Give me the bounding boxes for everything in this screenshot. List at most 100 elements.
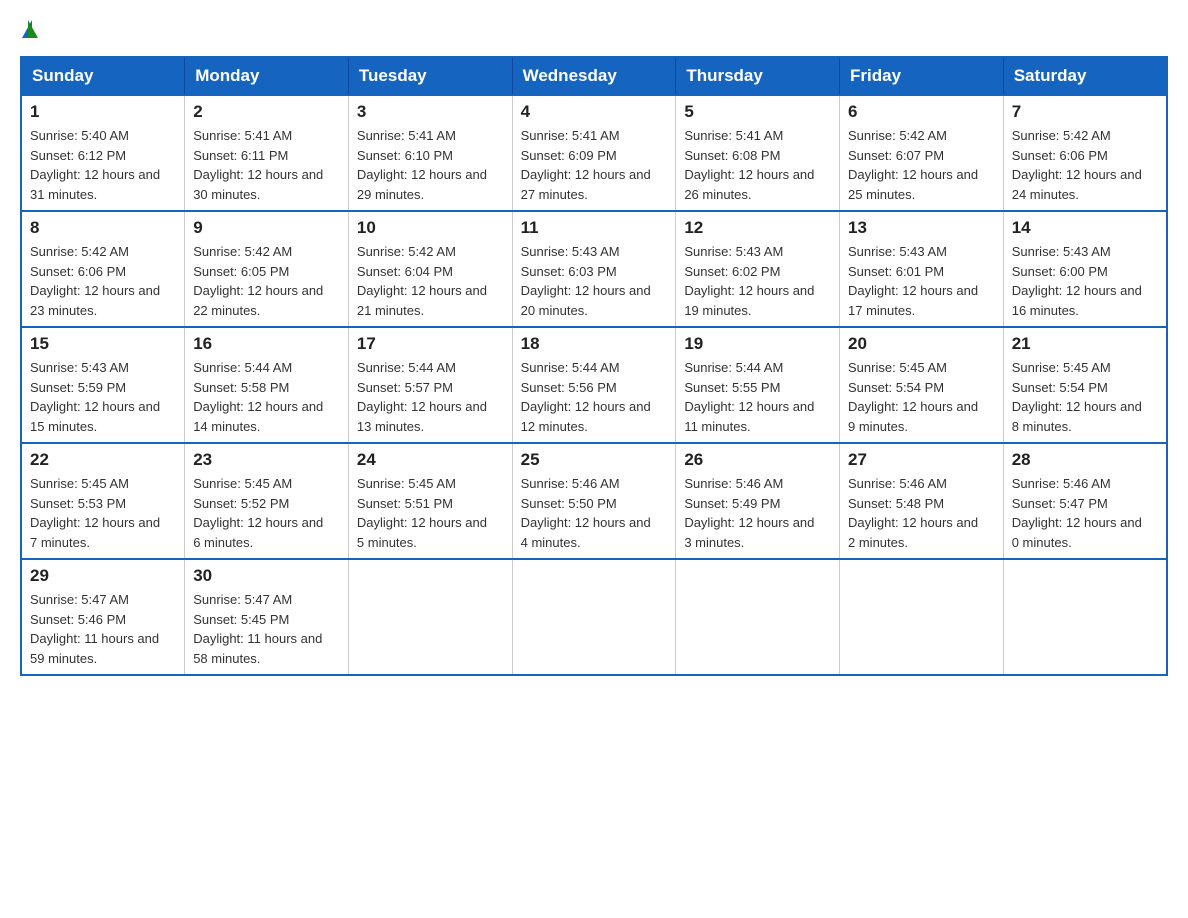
col-header-friday: Friday [840, 57, 1004, 95]
day-number: 22 [30, 450, 176, 470]
col-header-tuesday: Tuesday [348, 57, 512, 95]
day-number: 8 [30, 218, 176, 238]
day-number: 5 [684, 102, 831, 122]
day-info: Sunrise: 5:46 AM Sunset: 5:49 PM Dayligh… [684, 474, 831, 552]
calendar-cell [676, 559, 840, 675]
calendar-cell: 17 Sunrise: 5:44 AM Sunset: 5:57 PM Dayl… [348, 327, 512, 443]
day-info: Sunrise: 5:47 AM Sunset: 5:45 PM Dayligh… [193, 590, 340, 668]
day-number: 4 [521, 102, 668, 122]
day-number: 3 [357, 102, 504, 122]
calendar-week-row: 22 Sunrise: 5:45 AM Sunset: 5:53 PM Dayl… [21, 443, 1167, 559]
calendar-cell: 28 Sunrise: 5:46 AM Sunset: 5:47 PM Dayl… [1003, 443, 1167, 559]
day-info: Sunrise: 5:42 AM Sunset: 6:04 PM Dayligh… [357, 242, 504, 320]
day-info: Sunrise: 5:44 AM Sunset: 5:55 PM Dayligh… [684, 358, 831, 436]
day-info: Sunrise: 5:42 AM Sunset: 6:06 PM Dayligh… [30, 242, 176, 320]
calendar-cell: 22 Sunrise: 5:45 AM Sunset: 5:53 PM Dayl… [21, 443, 185, 559]
logo-icon [20, 20, 38, 40]
day-number: 7 [1012, 102, 1158, 122]
calendar-cell: 15 Sunrise: 5:43 AM Sunset: 5:59 PM Dayl… [21, 327, 185, 443]
day-info: Sunrise: 5:44 AM Sunset: 5:58 PM Dayligh… [193, 358, 340, 436]
day-number: 30 [193, 566, 340, 586]
day-number: 16 [193, 334, 340, 354]
day-info: Sunrise: 5:43 AM Sunset: 5:59 PM Dayligh… [30, 358, 176, 436]
calendar-cell: 6 Sunrise: 5:42 AM Sunset: 6:07 PM Dayli… [840, 95, 1004, 211]
calendar-week-row: 1 Sunrise: 5:40 AM Sunset: 6:12 PM Dayli… [21, 95, 1167, 211]
day-info: Sunrise: 5:45 AM Sunset: 5:53 PM Dayligh… [30, 474, 176, 552]
calendar-cell: 1 Sunrise: 5:40 AM Sunset: 6:12 PM Dayli… [21, 95, 185, 211]
day-info: Sunrise: 5:41 AM Sunset: 6:10 PM Dayligh… [357, 126, 504, 204]
calendar-cell: 13 Sunrise: 5:43 AM Sunset: 6:01 PM Dayl… [840, 211, 1004, 327]
day-number: 23 [193, 450, 340, 470]
day-info: Sunrise: 5:44 AM Sunset: 5:56 PM Dayligh… [521, 358, 668, 436]
calendar-cell: 14 Sunrise: 5:43 AM Sunset: 6:00 PM Dayl… [1003, 211, 1167, 327]
day-number: 25 [521, 450, 668, 470]
day-number: 28 [1012, 450, 1158, 470]
calendar-cell: 30 Sunrise: 5:47 AM Sunset: 5:45 PM Dayl… [185, 559, 349, 675]
day-number: 19 [684, 334, 831, 354]
col-header-wednesday: Wednesday [512, 57, 676, 95]
calendar-cell: 8 Sunrise: 5:42 AM Sunset: 6:06 PM Dayli… [21, 211, 185, 327]
logo-triangle-green [28, 20, 38, 38]
day-info: Sunrise: 5:45 AM Sunset: 5:51 PM Dayligh… [357, 474, 504, 552]
day-number: 11 [521, 218, 668, 238]
day-info: Sunrise: 5:43 AM Sunset: 6:03 PM Dayligh… [521, 242, 668, 320]
day-info: Sunrise: 5:46 AM Sunset: 5:48 PM Dayligh… [848, 474, 995, 552]
calendar-cell: 26 Sunrise: 5:46 AM Sunset: 5:49 PM Dayl… [676, 443, 840, 559]
calendar-cell: 12 Sunrise: 5:43 AM Sunset: 6:02 PM Dayl… [676, 211, 840, 327]
day-number: 13 [848, 218, 995, 238]
day-info: Sunrise: 5:41 AM Sunset: 6:09 PM Dayligh… [521, 126, 668, 204]
day-info: Sunrise: 5:43 AM Sunset: 6:02 PM Dayligh… [684, 242, 831, 320]
calendar-cell: 3 Sunrise: 5:41 AM Sunset: 6:10 PM Dayli… [348, 95, 512, 211]
day-info: Sunrise: 5:40 AM Sunset: 6:12 PM Dayligh… [30, 126, 176, 204]
calendar-cell: 18 Sunrise: 5:44 AM Sunset: 5:56 PM Dayl… [512, 327, 676, 443]
col-header-monday: Monday [185, 57, 349, 95]
day-info: Sunrise: 5:45 AM Sunset: 5:52 PM Dayligh… [193, 474, 340, 552]
calendar-cell [1003, 559, 1167, 675]
day-number: 12 [684, 218, 831, 238]
day-number: 1 [30, 102, 176, 122]
day-info: Sunrise: 5:45 AM Sunset: 5:54 PM Dayligh… [1012, 358, 1158, 436]
day-info: Sunrise: 5:44 AM Sunset: 5:57 PM Dayligh… [357, 358, 504, 436]
calendar-cell: 10 Sunrise: 5:42 AM Sunset: 6:04 PM Dayl… [348, 211, 512, 327]
day-number: 24 [357, 450, 504, 470]
calendar-cell: 5 Sunrise: 5:41 AM Sunset: 6:08 PM Dayli… [676, 95, 840, 211]
day-info: Sunrise: 5:46 AM Sunset: 5:50 PM Dayligh… [521, 474, 668, 552]
calendar-cell: 7 Sunrise: 5:42 AM Sunset: 6:06 PM Dayli… [1003, 95, 1167, 211]
calendar-cell: 19 Sunrise: 5:44 AM Sunset: 5:55 PM Dayl… [676, 327, 840, 443]
col-header-saturday: Saturday [1003, 57, 1167, 95]
day-number: 27 [848, 450, 995, 470]
calendar-cell: 4 Sunrise: 5:41 AM Sunset: 6:09 PM Dayli… [512, 95, 676, 211]
calendar-cell: 16 Sunrise: 5:44 AM Sunset: 5:58 PM Dayl… [185, 327, 349, 443]
day-number: 20 [848, 334, 995, 354]
day-number: 17 [357, 334, 504, 354]
calendar-cell: 29 Sunrise: 5:47 AM Sunset: 5:46 PM Dayl… [21, 559, 185, 675]
calendar-cell: 23 Sunrise: 5:45 AM Sunset: 5:52 PM Dayl… [185, 443, 349, 559]
day-number: 29 [30, 566, 176, 586]
day-info: Sunrise: 5:41 AM Sunset: 6:08 PM Dayligh… [684, 126, 831, 204]
day-info: Sunrise: 5:42 AM Sunset: 6:05 PM Dayligh… [193, 242, 340, 320]
page-header [20, 20, 1168, 40]
logo [20, 20, 40, 40]
calendar-cell: 24 Sunrise: 5:45 AM Sunset: 5:51 PM Dayl… [348, 443, 512, 559]
calendar-week-row: 29 Sunrise: 5:47 AM Sunset: 5:46 PM Dayl… [21, 559, 1167, 675]
calendar-cell: 11 Sunrise: 5:43 AM Sunset: 6:03 PM Dayl… [512, 211, 676, 327]
calendar-table: SundayMondayTuesdayWednesdayThursdayFrid… [20, 56, 1168, 676]
day-number: 15 [30, 334, 176, 354]
col-header-sunday: Sunday [21, 57, 185, 95]
calendar-cell: 27 Sunrise: 5:46 AM Sunset: 5:48 PM Dayl… [840, 443, 1004, 559]
day-info: Sunrise: 5:42 AM Sunset: 6:07 PM Dayligh… [848, 126, 995, 204]
calendar-cell: 2 Sunrise: 5:41 AM Sunset: 6:11 PM Dayli… [185, 95, 349, 211]
day-number: 10 [357, 218, 504, 238]
calendar-cell: 20 Sunrise: 5:45 AM Sunset: 5:54 PM Dayl… [840, 327, 1004, 443]
day-number: 26 [684, 450, 831, 470]
day-info: Sunrise: 5:43 AM Sunset: 6:01 PM Dayligh… [848, 242, 995, 320]
day-info: Sunrise: 5:47 AM Sunset: 5:46 PM Dayligh… [30, 590, 176, 668]
calendar-cell [348, 559, 512, 675]
calendar-header-row: SundayMondayTuesdayWednesdayThursdayFrid… [21, 57, 1167, 95]
day-number: 21 [1012, 334, 1158, 354]
calendar-cell: 9 Sunrise: 5:42 AM Sunset: 6:05 PM Dayli… [185, 211, 349, 327]
day-info: Sunrise: 5:43 AM Sunset: 6:00 PM Dayligh… [1012, 242, 1158, 320]
calendar-cell [840, 559, 1004, 675]
day-number: 6 [848, 102, 995, 122]
calendar-week-row: 8 Sunrise: 5:42 AM Sunset: 6:06 PM Dayli… [21, 211, 1167, 327]
